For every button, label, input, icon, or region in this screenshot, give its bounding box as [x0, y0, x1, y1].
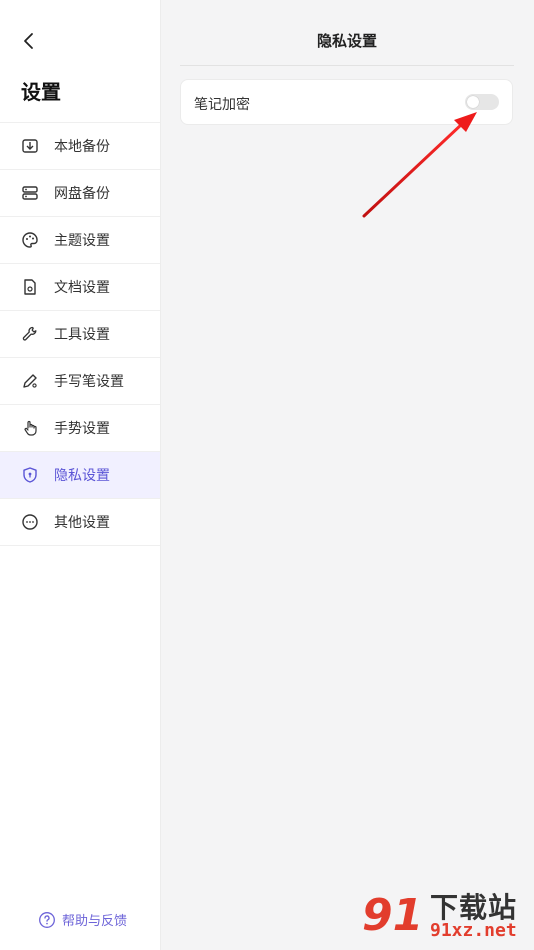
- nav-item-other[interactable]: 其他设置: [0, 498, 160, 546]
- nav-label: 主题设置: [54, 233, 110, 249]
- shield-icon: [20, 465, 40, 485]
- nav-item-theme[interactable]: 主题设置: [0, 216, 160, 263]
- nav-item-stylus[interactable]: 手写笔设置: [0, 357, 160, 404]
- help-icon: [39, 911, 55, 928]
- nav-item-cloud-backup[interactable]: 网盘备份: [0, 169, 160, 216]
- nav-label: 其他设置: [54, 515, 110, 531]
- nav-label: 手写笔设置: [54, 374, 124, 390]
- document-settings-icon: [20, 277, 40, 297]
- nav-item-tools[interactable]: 工具设置: [0, 310, 160, 357]
- nav-label: 文档设置: [54, 280, 110, 296]
- setting-label: 笔记加密: [194, 97, 250, 113]
- nav-item-document[interactable]: 文档设置: [0, 263, 160, 310]
- palette-icon: [20, 230, 40, 250]
- cloud-backup-icon: [20, 183, 40, 203]
- hand-gesture-icon: [20, 418, 40, 438]
- page-title: 隐私设置: [316, 32, 377, 50]
- nav-label: 本地备份: [54, 139, 110, 155]
- toggle-knob: [467, 96, 479, 108]
- back-button[interactable]: [14, 28, 44, 54]
- watermark-logo: 91: [362, 890, 424, 941]
- nav-label: 工具设置: [54, 327, 110, 343]
- more-icon: [20, 512, 40, 532]
- nav-label: 网盘备份: [54, 186, 110, 202]
- watermark: 91 下载站 91xz.net: [362, 886, 532, 948]
- chevron-left-icon[interactable]: [22, 32, 36, 50]
- settings-nav: 本地备份 网盘备份 主题设置 文档设置 工具设置 手写笔设置 手势设置 隐私设置…: [0, 122, 160, 546]
- pen-icon: [20, 371, 40, 391]
- nav-label: 手势设置: [54, 421, 110, 437]
- sidebar: 设置 本地备份 网盘备份 主题设置 文档设置 工具设置 手写笔设置 手势设置 隐…: [0, 0, 161, 950]
- watermark-en-text: 91xz.net: [430, 920, 517, 941]
- divider: [180, 65, 514, 66]
- local-backup-icon: [20, 136, 40, 156]
- nav-item-local-backup[interactable]: 本地备份: [0, 122, 160, 169]
- sidebar-title: 设置: [21, 80, 61, 104]
- note-encryption-toggle[interactable]: [465, 94, 499, 110]
- help-feedback-link[interactable]: 帮助与反馈: [38, 910, 127, 929]
- nav-item-privacy[interactable]: 隐私设置: [0, 451, 160, 498]
- nav-item-gesture[interactable]: 手势设置: [0, 404, 160, 451]
- wrench-icon: [20, 324, 40, 344]
- setting-card-note-encryption: 笔记加密: [180, 79, 513, 125]
- nav-label: 隐私设置: [54, 468, 110, 484]
- help-label: 帮助与反馈: [62, 914, 128, 929]
